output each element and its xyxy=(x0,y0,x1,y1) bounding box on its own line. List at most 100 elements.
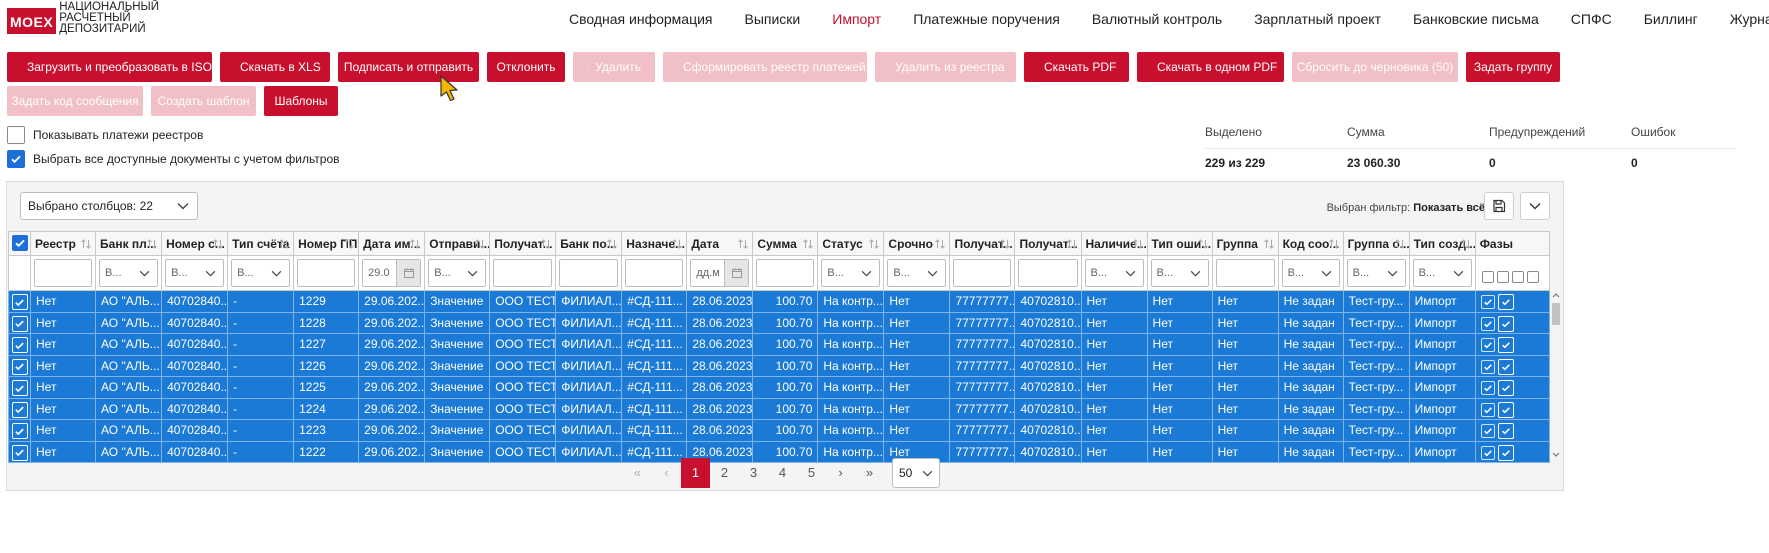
phase-filter-checkbox[interactable] xyxy=(1526,270,1539,283)
col-header[interactable]: Группа о... xyxy=(1342,231,1410,256)
col-header[interactable]: Реестр xyxy=(29,231,97,256)
phase-checkbox[interactable] xyxy=(1497,315,1514,332)
phase-checkbox[interactable] xyxy=(1480,295,1495,310)
row-checkbox[interactable] xyxy=(11,294,28,310)
col-header[interactable]: Назначе... xyxy=(621,231,688,256)
col-header[interactable]: Номер с... xyxy=(161,231,229,256)
col-header[interactable]: Тип созд... xyxy=(1408,231,1476,256)
col-header[interactable]: Получат... xyxy=(489,231,557,256)
row-select-cell[interactable] xyxy=(8,354,31,377)
nav-currency-control[interactable]: Валютный контроль xyxy=(1076,0,1238,38)
filter-select[interactable]: В... xyxy=(1412,259,1472,287)
phase-checkbox[interactable] xyxy=(1480,338,1495,353)
columns-select[interactable]: Выбрано столбцов: 22 xyxy=(20,192,198,220)
phase-checkbox[interactable] xyxy=(1480,381,1495,396)
filter-input[interactable] xyxy=(756,259,815,287)
page-2-button[interactable]: 2 xyxy=(710,458,739,488)
nav-salary-project[interactable]: Зарплатный проект xyxy=(1238,0,1397,38)
filter-select[interactable]: В... xyxy=(887,259,947,287)
remove-registry-button[interactable]: Удалить из реестра xyxy=(875,52,1016,82)
row-select-cell[interactable] xyxy=(8,311,31,334)
filter-input[interactable] xyxy=(297,259,356,287)
col-header[interactable]: Статус xyxy=(817,231,885,256)
table-row[interactable]: Нет АО "АЛЬ... 40702840... -1229 29.06.202..… xyxy=(8,290,1551,313)
col-header[interactable]: Наличие... xyxy=(1080,231,1148,256)
vertical-scrollbar[interactable] xyxy=(1551,292,1561,458)
filter-date[interactable]: 29.0 xyxy=(362,259,422,287)
filter-input[interactable] xyxy=(1215,259,1275,287)
nav-spfs[interactable]: СПФС xyxy=(1555,0,1628,38)
templates-button[interactable]: Шаблоны xyxy=(264,86,338,116)
first-page-button[interactable]: « xyxy=(623,458,652,488)
nav-import[interactable]: Импорт xyxy=(816,0,897,38)
phase-checkbox[interactable] xyxy=(1497,337,1514,354)
calendar-icon[interactable] xyxy=(396,260,421,286)
row-select-cell[interactable] xyxy=(8,376,31,399)
row-checkbox[interactable] xyxy=(11,315,28,332)
calendar-icon[interactable] xyxy=(724,260,749,286)
filter-select[interactable]: В... xyxy=(1084,259,1144,287)
col-header[interactable]: Тип оши... xyxy=(1146,231,1213,256)
row-checkbox[interactable] xyxy=(11,444,28,461)
col-header[interactable]: Сумма xyxy=(752,231,819,256)
page-4-button[interactable]: 4 xyxy=(768,458,797,488)
filter-select[interactable]: В... xyxy=(1150,259,1209,287)
select-all-checkbox[interactable] xyxy=(7,150,25,168)
nav-bank-letters[interactable]: Банковские письма xyxy=(1397,0,1555,38)
set-message-code-button[interactable]: Задать код сообщения xyxy=(7,86,143,116)
phase-checkbox[interactable] xyxy=(1480,424,1495,439)
filter-input[interactable] xyxy=(559,259,619,287)
col-header[interactable]: Банк по... xyxy=(555,231,623,256)
col-header[interactable]: Дата xyxy=(686,231,754,256)
table-row[interactable]: Нет АО "АЛЬ... 40702840... -1228 29.06.202..… xyxy=(8,311,1551,334)
scroll-thumb[interactable] xyxy=(1552,303,1560,325)
download-xls-button[interactable]: Скачать в XLS xyxy=(220,52,330,82)
scroll-down-icon[interactable] xyxy=(1552,452,1560,458)
phase-checkbox[interactable] xyxy=(1480,402,1495,417)
phase-filter-checkbox[interactable] xyxy=(1496,270,1509,283)
nav-journal[interactable]: Журнал xyxy=(1714,0,1769,38)
filter-input[interactable] xyxy=(34,259,93,287)
row-select-cell[interactable] xyxy=(8,290,31,313)
page-1-button[interactable]: 1 xyxy=(681,458,710,488)
page-size-select[interactable]: 50 xyxy=(892,458,940,488)
phase-checkbox[interactable] xyxy=(1480,359,1495,374)
download-pdf-button[interactable]: Скачать PDF xyxy=(1024,52,1129,82)
phase-checkbox[interactable] xyxy=(1497,444,1514,461)
filter-input[interactable] xyxy=(493,259,553,287)
filter-input[interactable] xyxy=(953,259,1012,287)
reset-draft-button[interactable]: Сбросить до черновика (50) xyxy=(1292,52,1458,82)
phase-checkbox[interactable] xyxy=(1497,423,1514,440)
page-3-button[interactable]: 3 xyxy=(739,458,768,488)
show-registry-option[interactable]: Показывать платежи реестров xyxy=(7,126,203,144)
row-checkbox[interactable] xyxy=(11,337,28,353)
filter-input[interactable] xyxy=(1018,259,1078,287)
row-checkbox[interactable] xyxy=(11,380,28,396)
col-header[interactable]: Получат... xyxy=(949,231,1016,256)
create-template-button[interactable]: Создать шаблон xyxy=(151,86,256,116)
form-registry-button[interactable]: Сформировать реестр платежей xyxy=(663,52,867,82)
save-filter-button[interactable] xyxy=(1484,192,1514,220)
col-header[interactable]: Группа xyxy=(1211,231,1279,256)
row-checkbox[interactable] xyxy=(11,358,28,375)
phase-filter-checkbox[interactable] xyxy=(1511,270,1524,283)
nav-billing[interactable]: Биллинг xyxy=(1628,0,1714,38)
scroll-up-icon[interactable] xyxy=(1552,292,1560,298)
phase-checkbox[interactable] xyxy=(1480,316,1495,331)
filter-select[interactable]: В... xyxy=(821,259,881,287)
phase-checkbox[interactable] xyxy=(1497,294,1514,311)
row-select-cell[interactable] xyxy=(8,397,31,420)
phase-checkbox[interactable] xyxy=(1497,401,1514,418)
row-select-cell[interactable] xyxy=(8,440,31,463)
show-registry-checkbox[interactable] xyxy=(7,126,25,144)
row-select-cell[interactable] xyxy=(8,419,31,442)
table-row[interactable]: Нет АО "АЛЬ... 40702840... -1223 29.06.202..… xyxy=(8,419,1551,442)
table-row[interactable]: Нет АО "АЛЬ... 40702840... -1226 29.06.202..… xyxy=(8,354,1551,377)
select-all-rows-cell[interactable] xyxy=(8,231,31,256)
row-checkbox[interactable] xyxy=(11,401,28,418)
select-all-rows-checkbox[interactable] xyxy=(11,235,28,251)
phase-checkbox[interactable] xyxy=(1497,380,1514,397)
nav-statements[interactable]: Выписки xyxy=(729,0,817,38)
filter-date[interactable]: дд.м xyxy=(690,259,750,287)
phase-checkbox[interactable] xyxy=(1480,445,1495,460)
